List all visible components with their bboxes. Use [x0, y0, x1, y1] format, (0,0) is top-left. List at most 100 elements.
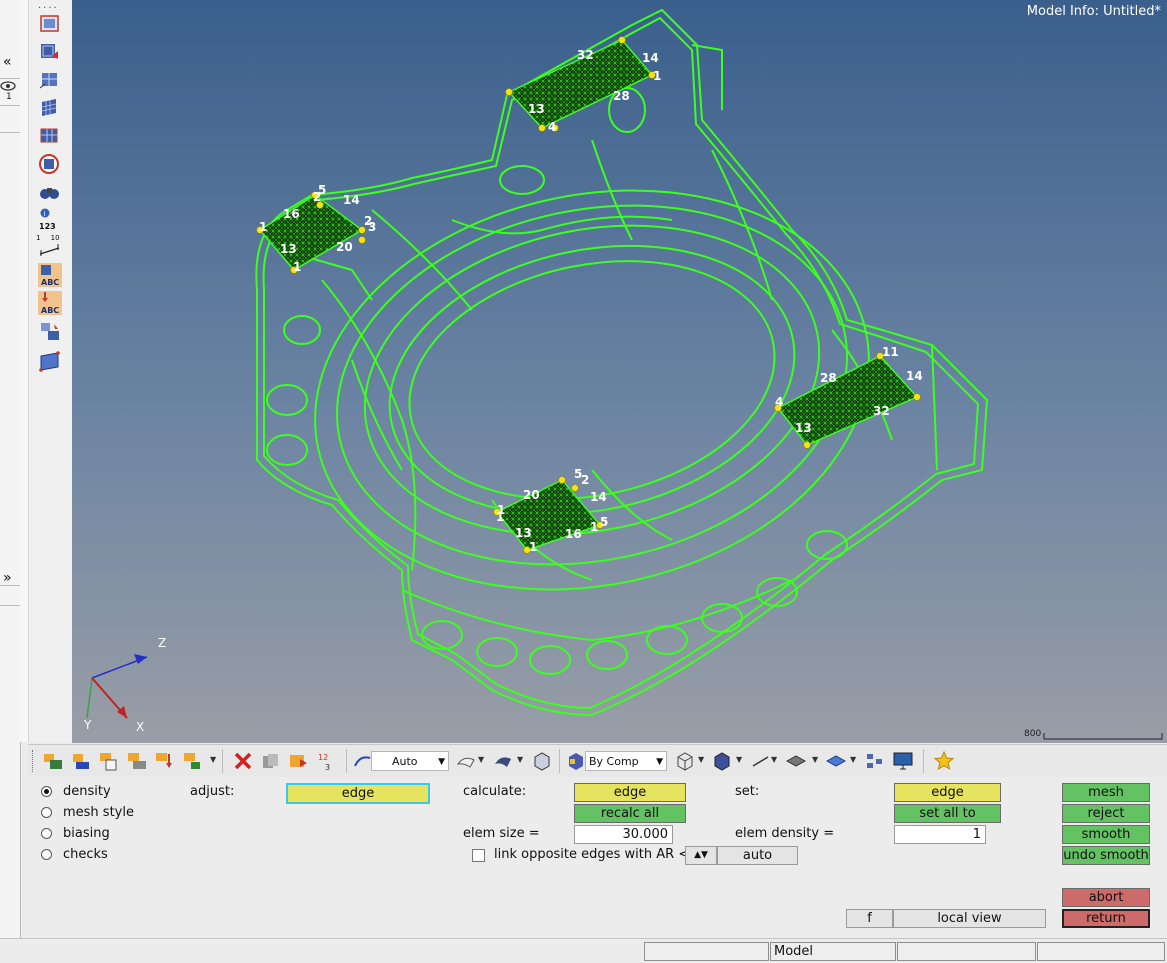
collapse-up-icon[interactable]: «	[3, 54, 12, 70]
mesh-label: 16	[283, 207, 300, 221]
return-button[interactable]: return	[1062, 909, 1150, 928]
elem-density-field[interactable]: 1	[894, 825, 986, 844]
solid-shaded-icon[interactable]	[493, 750, 515, 772]
mesh-label: 13	[280, 242, 297, 256]
recalc-all-button[interactable]: recalc all	[574, 804, 686, 823]
mesh-sheet-icon[interactable]	[38, 124, 62, 148]
transform-icon[interactable]	[38, 320, 62, 344]
auto-button[interactable]: auto	[717, 846, 798, 865]
status-model: Model	[770, 942, 896, 961]
id-number-icon[interactable]: i 123	[38, 206, 62, 231]
calculate-label: calculate:	[463, 784, 527, 799]
left-side-strip: « 1 »	[0, 0, 21, 940]
favorite-star-icon[interactable]	[933, 750, 955, 772]
move-icon[interactable]	[288, 750, 310, 772]
eye-icon[interactable]	[0, 80, 16, 91]
reject-button[interactable]: reject	[1062, 804, 1150, 823]
mesh-label: 1	[259, 220, 268, 234]
set-edge-button[interactable]: edge	[894, 783, 1001, 802]
3d-element-icon[interactable]	[825, 750, 847, 772]
mesh-label: 32	[873, 404, 890, 418]
components-icon[interactable]	[42, 750, 64, 772]
surface-icon[interactable]	[456, 750, 478, 772]
load-collector-icon[interactable]	[154, 750, 176, 772]
ar-spinner[interactable]: ▲▼	[685, 846, 717, 865]
adjust-label: adjust:	[190, 784, 235, 799]
materials-icon[interactable]	[126, 750, 148, 772]
color-mode-select[interactable]: By Comp ▼	[585, 751, 667, 771]
mesh-label: 1	[653, 69, 662, 83]
mesh-label: 28	[613, 89, 630, 103]
abc-label-icon[interactable]: ABC	[38, 263, 62, 287]
adjust-edge-button[interactable]: edge	[286, 783, 430, 804]
element-check-icon[interactable]	[38, 152, 62, 176]
status-cell	[897, 942, 1036, 961]
mesh-label: 1	[529, 540, 538, 554]
radio-biasing[interactable]	[41, 828, 52, 839]
mesh-panel: density mesh style biasing checks adjust…	[28, 777, 1167, 937]
calculate-edge-button[interactable]: edge	[574, 783, 686, 802]
link-opposite-edges-checkbox[interactable]	[472, 849, 485, 862]
display-monitor-icon[interactable]	[892, 750, 914, 772]
mask-icon[interactable]	[864, 750, 886, 772]
renumber-icon[interactable]: 12 3	[316, 750, 338, 772]
radio-density[interactable]	[41, 786, 52, 797]
delete-icon[interactable]	[232, 750, 254, 772]
mesh-label: 4	[775, 395, 784, 409]
line-element-icon[interactable]	[750, 750, 772, 772]
tiles-icon[interactable]	[38, 40, 62, 64]
svg-text:3: 3	[325, 763, 330, 772]
smooth-button[interactable]: smooth	[1062, 825, 1150, 844]
elem-density-label: elem density =	[735, 826, 835, 841]
mesh-patch-bottom	[495, 479, 602, 551]
mesh-label: 14	[642, 51, 659, 65]
svg-text:ABC: ABC	[41, 278, 59, 287]
mesh-label: 13	[528, 102, 545, 116]
local-view-button[interactable]: local view	[893, 909, 1046, 928]
set-all-to-button[interactable]: set all to	[894, 804, 1001, 823]
mesh-label: 14	[590, 490, 607, 504]
undo-smooth-button[interactable]: undo smooth	[1062, 846, 1150, 865]
mesh-grid-icon[interactable]	[38, 96, 62, 120]
mesh-label: 14	[906, 369, 923, 383]
bottom-toolbar: ▼ 12 3 Auto ▼ ▼ ▼ By Comp ▼ ▼ ▼ ▼ ▼ ▼	[28, 744, 1167, 777]
model-info: Model Info: Untitled*	[1026, 4, 1161, 19]
solid-box-icon[interactable]	[531, 750, 553, 772]
organize-icon[interactable]	[260, 750, 282, 772]
elem-size-field[interactable]: 30.000	[574, 825, 673, 844]
f-button[interactable]: f	[846, 909, 893, 928]
2d-element-icon[interactable]	[785, 750, 807, 772]
sets-icon[interactable]	[182, 750, 204, 772]
elem-size-label: elem size =	[463, 826, 540, 841]
radio-checks[interactable]	[41, 849, 52, 860]
radio-mesh-style[interactable]	[41, 807, 52, 818]
color-by-comp-icon[interactable]	[565, 750, 587, 772]
link-opposite-edges-label: link opposite edges with AR <	[494, 847, 690, 862]
model-wireframe[interactable]	[72, 0, 1167, 743]
radio-mesh-style-label: mesh style	[63, 805, 134, 820]
wireframe-cube-icon[interactable]	[674, 750, 696, 772]
svg-text:12: 12	[318, 753, 328, 762]
mesh-button[interactable]: mesh	[1062, 783, 1150, 802]
mirror-mesh-icon[interactable]	[38, 68, 62, 92]
abc-label-down-icon[interactable]: ABC	[38, 291, 62, 315]
ruler-icon[interactable]: 1 10	[36, 234, 62, 260]
collapse-down-icon[interactable]: »	[3, 570, 12, 586]
scale-bar-label: 800	[1024, 729, 1042, 739]
assembly-icon[interactable]	[70, 750, 92, 772]
eye-count: 1	[6, 92, 12, 102]
set-label: set:	[735, 784, 760, 799]
fit-icon[interactable]	[38, 12, 62, 36]
mesh-label: 5	[600, 515, 609, 529]
abort-button[interactable]: abort	[1062, 888, 1150, 907]
mesh-label: 13	[795, 421, 812, 435]
shaded-cube-icon[interactable]	[711, 750, 733, 772]
graphics-viewport[interactable]: 32 14 1 28 13 4 5 2 14 16 1 2 3 13 20 1 …	[72, 0, 1167, 743]
plane-icon[interactable]	[38, 349, 62, 373]
geometry-style-select[interactable]: Auto ▼	[371, 751, 449, 771]
geometry-style-value: Auto	[392, 755, 418, 768]
ruler-marks: 1 10	[36, 234, 60, 242]
mesh-label: 20	[336, 240, 353, 254]
props-icon[interactable]	[98, 750, 120, 772]
binoculars-icon[interactable]	[38, 180, 62, 204]
